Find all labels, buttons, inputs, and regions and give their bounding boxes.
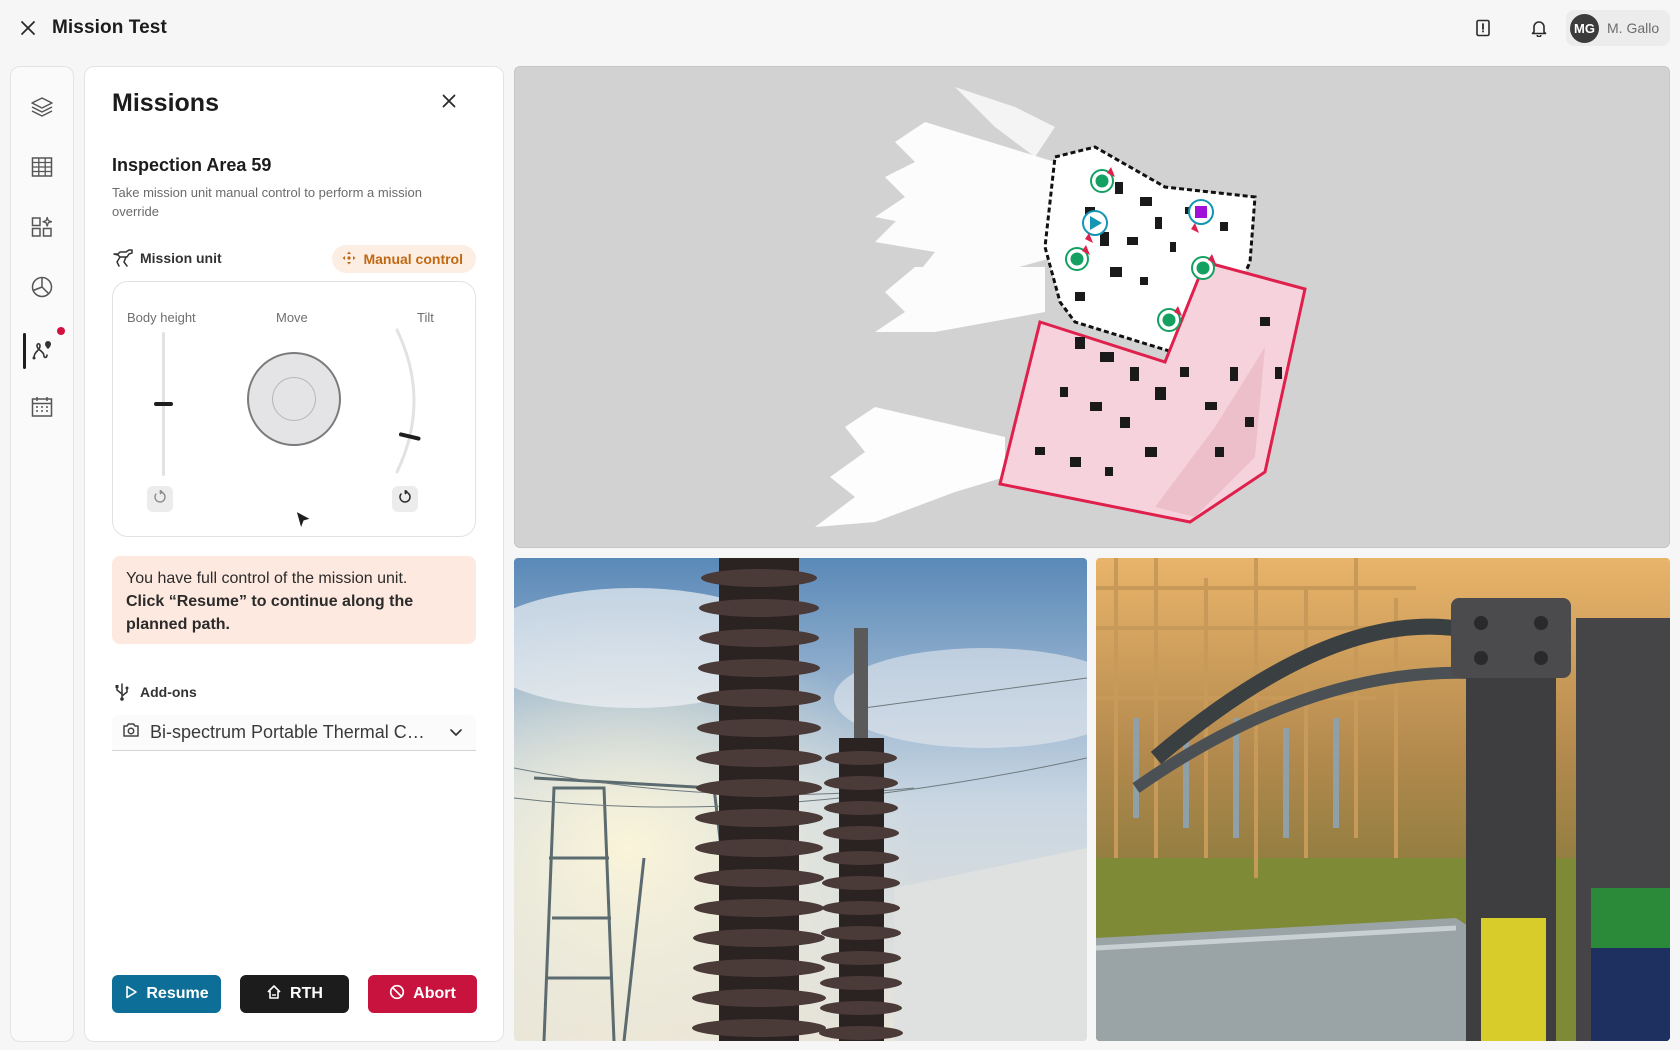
tilt-label: Tilt <box>417 310 434 325</box>
panel-close-button[interactable] <box>436 90 462 116</box>
rth-label: RTH <box>290 985 323 1002</box>
avatar: MG <box>1570 13 1599 43</box>
play-icon <box>124 985 138 1004</box>
missions-panel: Missions Inspection Area 59 Take mission… <box>84 66 504 1042</box>
tilt-handle <box>398 432 421 441</box>
camera-feed-insulators[interactable] <box>514 558 1087 1041</box>
layers-icon <box>30 95 54 124</box>
manual-control-notice: You have full control of the mission uni… <box>112 556 476 644</box>
calendar-icon <box>30 395 54 424</box>
body-height-handle[interactable] <box>154 402 173 406</box>
abort-label: Abort <box>413 985 456 1002</box>
mission-name: Inspection Area 59 <box>112 155 272 175</box>
nav-layers[interactable] <box>11 83 73 135</box>
mission-unit-row: Mission unit Manual control <box>112 245 476 273</box>
analytics-icon <box>30 275 54 304</box>
chevron-down-icon <box>448 724 464 745</box>
report-icon[interactable] <box>1472 17 1494 39</box>
nav-table[interactable] <box>11 143 73 195</box>
mission-description: Take mission unit manual control to perf… <box>112 185 422 219</box>
addon-selected-value: Bi-spectrum Portable Thermal Camera <box>150 722 430 742</box>
notice-line-1: You have full control of the mission uni… <box>126 570 408 587</box>
joystick-knob[interactable] <box>272 377 316 421</box>
rth-button[interactable]: RTH <box>240 975 349 1013</box>
notification-dot <box>57 327 65 335</box>
move-joystick[interactable] <box>247 352 341 446</box>
robot-dog-icon <box>112 248 134 273</box>
notice-line-2: Click “Resume” to continue along the pla… <box>126 593 414 633</box>
addons-label: Add-ons <box>140 684 197 700</box>
mission-unit-label: Mission unit <box>140 250 222 266</box>
usb-icon <box>112 682 132 707</box>
block-icon <box>389 984 405 1005</box>
user-menu[interactable]: MG M. Gallo <box>1566 10 1670 46</box>
mission-map[interactable] <box>514 66 1670 548</box>
reset-icon <box>398 488 412 509</box>
manual-control-box: Body height Move Tilt <box>112 281 476 537</box>
nav-analytics[interactable] <box>11 263 73 315</box>
nav-calendar[interactable] <box>11 383 73 435</box>
resume-label: Resume <box>146 985 209 1002</box>
manual-control-label: Manual control <box>363 251 463 267</box>
close-icon <box>442 94 456 113</box>
addon-select[interactable]: Bi-spectrum Portable Thermal Camera <box>112 715 476 751</box>
reset-icon <box>153 489 167 509</box>
app-title: Mission Test <box>52 17 167 38</box>
nav-widgets[interactable] <box>11 203 73 255</box>
body-height-reset-button[interactable] <box>147 486 173 512</box>
top-bar: Mission Test MG M. Gallo <box>0 0 1680 56</box>
manual-control-badge: Manual control <box>332 245 476 273</box>
move-arrows-icon <box>342 251 356 268</box>
camera-feed-substation[interactable] <box>1096 558 1670 1041</box>
user-name: M. Gallo <box>1607 20 1660 36</box>
return-home-icon <box>266 984 282 1005</box>
nav-rail <box>10 66 74 1042</box>
tilt-arc[interactable] <box>393 326 453 476</box>
move-label: Move <box>276 310 308 325</box>
panel-title: Missions <box>112 89 219 117</box>
map-canvas <box>815 87 1307 527</box>
abort-button[interactable]: Abort <box>368 975 477 1013</box>
bell-icon[interactable] <box>1528 17 1550 39</box>
widgets-icon <box>30 215 54 244</box>
mouse-cursor <box>295 510 312 530</box>
camera-image-substation <box>1096 558 1670 1041</box>
camera-icon <box>122 722 140 743</box>
table-icon <box>30 155 54 184</box>
resume-button[interactable]: Resume <box>112 975 221 1013</box>
body-height-label: Body height <box>127 310 196 325</box>
missions-icon <box>30 337 54 366</box>
close-icon[interactable] <box>17 17 39 39</box>
camera-image-insulators <box>514 558 1087 1041</box>
tilt-reset-button[interactable] <box>392 486 418 512</box>
